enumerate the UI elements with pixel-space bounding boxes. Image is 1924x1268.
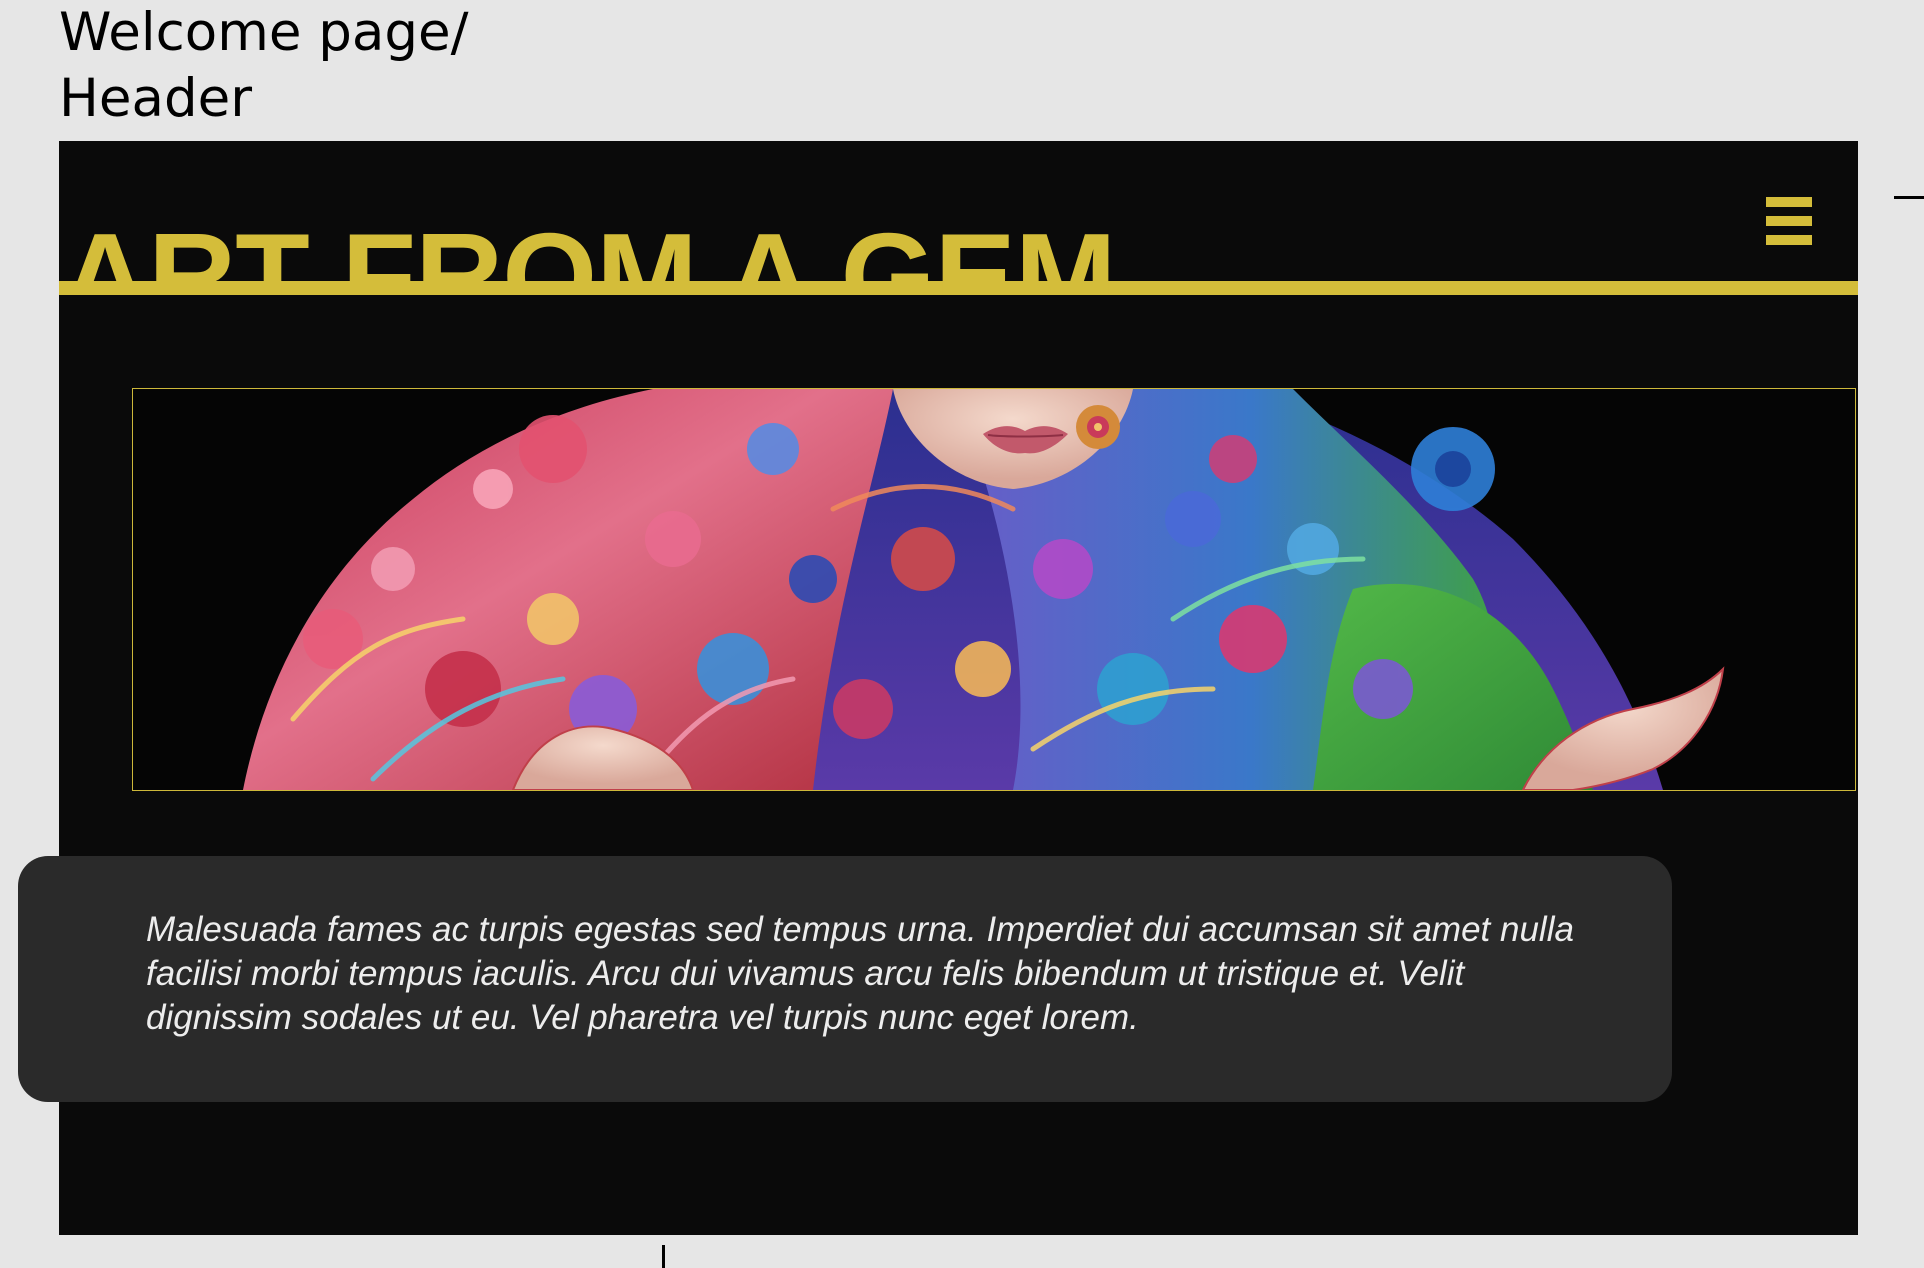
hero-painting-image bbox=[133, 389, 1855, 790]
intro-card: Malesuada fames ac turpis egestas sed te… bbox=[18, 856, 1672, 1102]
prototype-connector-tick bbox=[662, 1245, 665, 1268]
menu-bar-middle bbox=[1766, 216, 1812, 226]
brand-title[interactable]: ART FROM A GEM bbox=[61, 201, 1116, 297]
intro-text: Malesuada fames ac turpis egestas sed te… bbox=[146, 910, 1574, 1037]
frame-caption: Welcome page/ Header bbox=[59, 2, 469, 129]
menu-bar-bottom bbox=[1766, 235, 1812, 245]
welcome-page: ART FROM A GEM Malesuada fames ac turpis… bbox=[18, 141, 1858, 1235]
hamburger-menu-icon[interactable] bbox=[1766, 197, 1812, 245]
prototype-connector-line bbox=[1894, 196, 1924, 199]
menu-bar-top bbox=[1766, 197, 1812, 207]
hero-artwork bbox=[132, 388, 1856, 791]
header-mask bbox=[59, 295, 1858, 315]
